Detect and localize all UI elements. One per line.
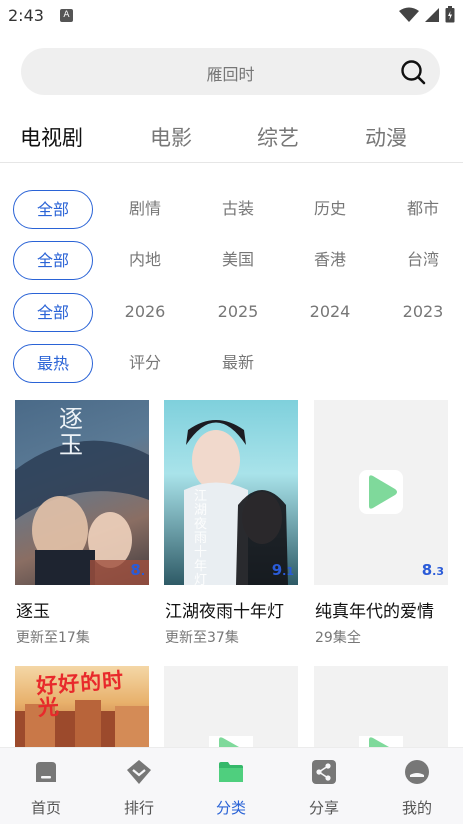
sort-chip-rating[interactable]: 评分 — [113, 344, 177, 383]
region-chip[interactable]: 内地 — [113, 241, 177, 280]
tab-variety[interactable]: 综艺 — [257, 122, 299, 152]
rating-badge: 8.3 — [421, 561, 444, 579]
card-episodes: 29集全 — [315, 630, 361, 646]
nav-label: 首页 — [30, 799, 61, 817]
tab-tv[interactable]: 电视剧 — [20, 122, 83, 152]
sort-chip-hot[interactable]: 最热 — [13, 344, 93, 383]
card-title: 逐玉 — [16, 602, 50, 622]
profile-icon — [405, 760, 429, 784]
nav-share[interactable]: 分享 — [289, 758, 359, 818]
sort-chip-latest[interactable]: 最新 — [206, 344, 270, 383]
nav-home[interactable]: 首页 — [11, 758, 81, 818]
wifi-icon — [399, 7, 419, 22]
status-icons — [399, 6, 455, 23]
status-bar: 2:43 A — [0, 0, 463, 32]
nav-label: 排行 — [123, 799, 154, 817]
poster-title-art: 逐玉 — [59, 405, 83, 459]
play-logo-icon — [209, 736, 253, 747]
divider — [0, 162, 463, 163]
poster-title-art: 好好的时光 — [35, 667, 125, 721]
rating-badge: 9.1 — [271, 561, 294, 579]
year-chip[interactable]: 2026 — [113, 293, 177, 332]
tab-movie[interactable]: 电影 — [150, 122, 192, 152]
genre-chip[interactable]: 剧情 — [113, 190, 177, 229]
nav-label: 分类 — [215, 799, 246, 817]
rating-badge: 8. — [130, 561, 145, 579]
nav-profile[interactable]: 我的 — [382, 758, 452, 818]
poster-art — [184, 420, 288, 585]
poster-image[interactable]: 逐玉 8. — [15, 400, 149, 585]
search-bar[interactable]: 雁回时 — [21, 48, 440, 95]
region-chip-all[interactable]: 全部 — [13, 241, 93, 280]
poster-image[interactable]: 好好的时光 — [15, 666, 149, 747]
genre-filter-row: 全部 剧情 古装 历史 都市 — [0, 190, 463, 230]
play-logo-icon — [359, 736, 403, 747]
signal-icon — [425, 7, 439, 22]
nav-category[interactable]: 分类 — [196, 758, 266, 818]
category-tabs: 电视剧 电影 综艺 动漫 — [0, 114, 463, 160]
genre-chip[interactable]: 古装 — [206, 190, 270, 229]
card-title: 江湖夜雨十年灯 — [165, 602, 284, 622]
bottom-nav: 首页 排行 分类 分享 我的 — [0, 747, 463, 824]
poster-placeholder[interactable] — [164, 666, 298, 747]
search-input[interactable]: 雁回时 — [21, 61, 440, 85]
region-chip[interactable]: 美国 — [206, 241, 270, 280]
genre-chip[interactable]: 都市 — [391, 190, 455, 229]
region-chip[interactable]: 香港 — [298, 241, 362, 280]
share-icon — [312, 760, 336, 784]
nav-ranking[interactable]: 排行 — [104, 758, 174, 818]
year-chip[interactable]: 2024 — [298, 293, 362, 332]
card-episodes: 更新至37集 — [165, 630, 239, 646]
status-time: 2:43 — [8, 6, 44, 25]
poster-placeholder[interactable]: 8.3 — [314, 400, 448, 585]
nav-label: 我的 — [401, 799, 432, 817]
poster-image[interactable]: 江湖夜雨十年灯 9.1 — [164, 400, 298, 585]
play-logo-icon — [359, 470, 403, 514]
home-icon — [36, 762, 56, 782]
nav-label: 分享 — [308, 799, 339, 817]
genre-chip[interactable]: 历史 — [298, 190, 362, 229]
year-chip[interactable]: 2025 — [206, 293, 270, 332]
sort-filter-row: 最热 评分 最新 — [0, 344, 463, 384]
notification-icon: A — [60, 9, 73, 22]
ranking-icon — [127, 760, 151, 784]
year-filter-row: 全部 2026 2025 2024 2023 — [0, 293, 463, 333]
battery-icon — [445, 6, 455, 23]
poster-title-art: 江湖夜雨十年灯 — [194, 489, 208, 586]
poster-placeholder[interactable] — [314, 666, 448, 747]
folder-icon — [219, 762, 243, 782]
year-chip[interactable]: 2023 — [391, 293, 455, 332]
year-chip-all[interactable]: 全部 — [13, 293, 93, 332]
region-filter-row: 全部 内地 美国 香港 台湾 — [0, 241, 463, 281]
genre-chip-all[interactable]: 全部 — [13, 190, 93, 229]
card-episodes: 更新至17集 — [16, 630, 90, 646]
card-title: 纯真年代的爱情 — [315, 602, 434, 622]
search-icon[interactable] — [400, 59, 426, 85]
tab-anime[interactable]: 动漫 — [365, 122, 407, 152]
region-chip[interactable]: 台湾 — [391, 241, 455, 280]
